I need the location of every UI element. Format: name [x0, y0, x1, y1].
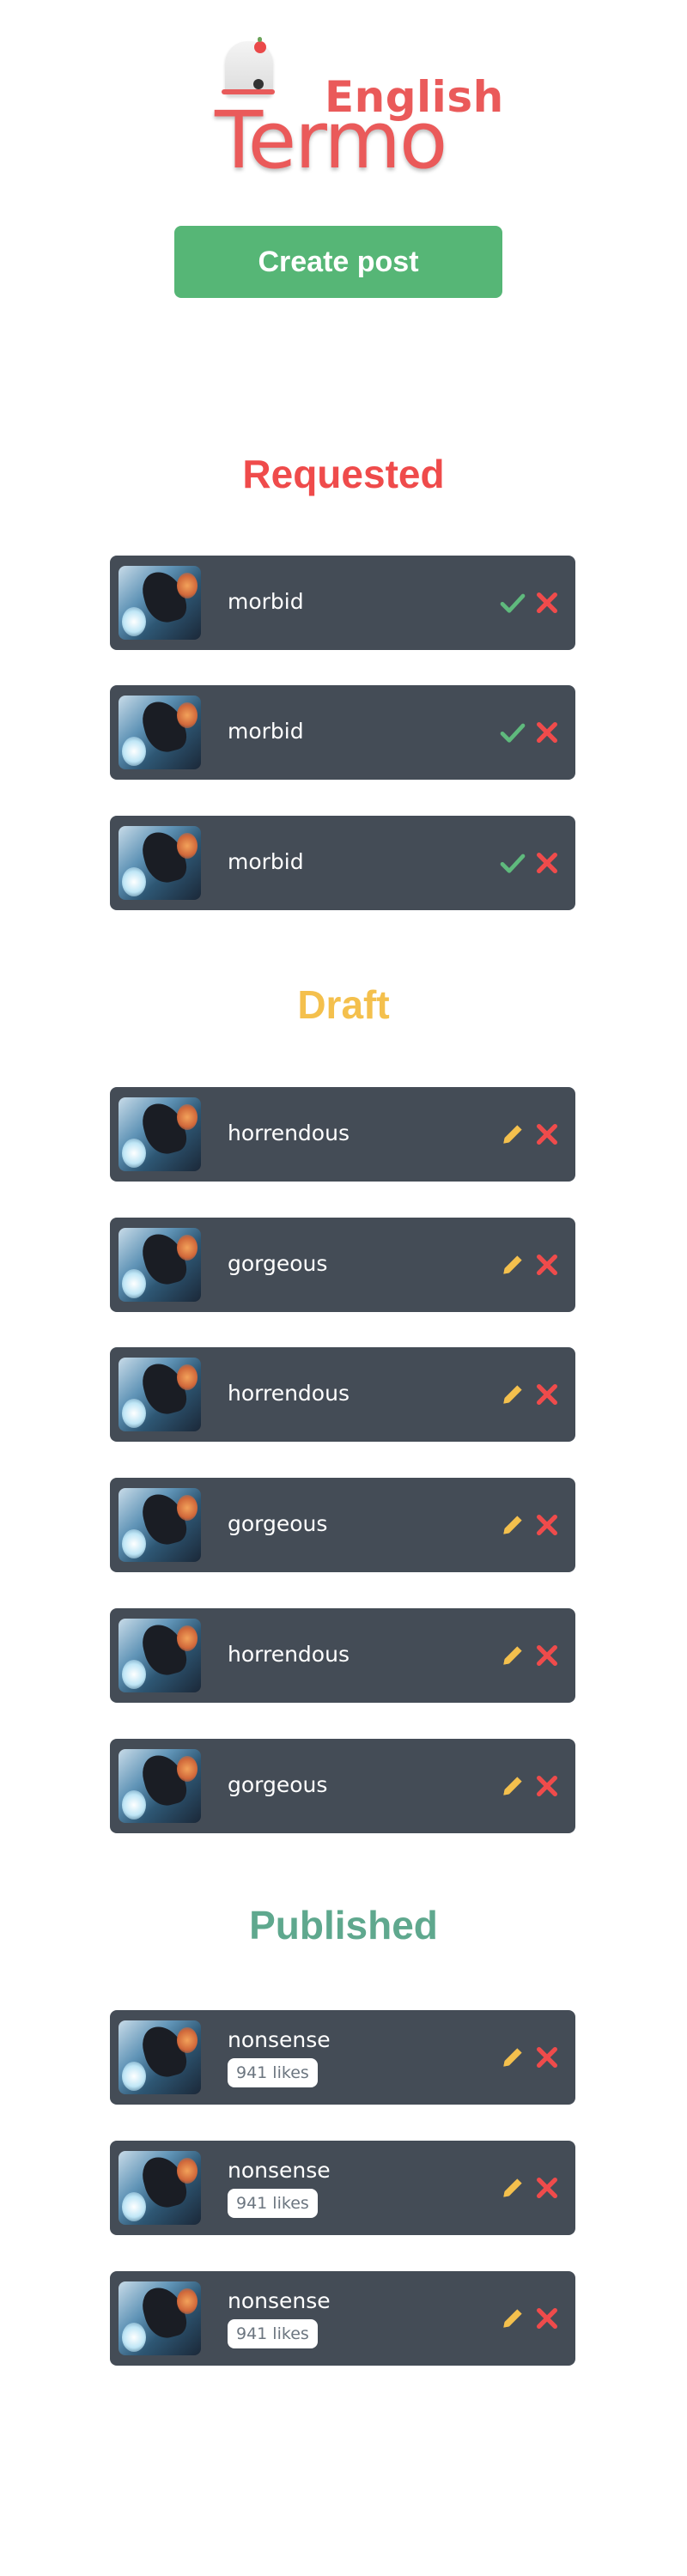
close-icon[interactable] [532, 2043, 562, 2072]
post-word: horrendous [228, 1642, 350, 1667]
close-icon[interactable] [532, 1380, 562, 1409]
check-icon[interactable] [498, 718, 527, 747]
post-word: nonsense [228, 2288, 331, 2313]
published-post-card[interactable]: nonsense 941 likes [110, 2141, 575, 2235]
likes-badge: 941 likes [228, 2319, 318, 2348]
close-icon[interactable] [532, 2304, 562, 2333]
dragon-thumbnail [119, 696, 201, 769]
pencil-icon[interactable] [498, 1641, 527, 1670]
draft-post-card[interactable]: horrendous [110, 1347, 575, 1442]
likes-badge: 941 likes [228, 2058, 318, 2087]
post-word: morbid [228, 719, 304, 744]
post-word: gorgeous [228, 1251, 328, 1276]
post-word: gorgeous [228, 1772, 328, 1797]
draft-post-card[interactable]: gorgeous [110, 1478, 575, 1572]
requested-post-card[interactable]: morbid [110, 685, 575, 780]
draft-post-card[interactable]: gorgeous [110, 1218, 575, 1312]
pencil-icon[interactable] [498, 1510, 527, 1540]
dragon-thumbnail [119, 826, 201, 900]
pencil-icon[interactable] [498, 2304, 527, 2333]
close-icon[interactable] [532, 718, 562, 747]
section-title-draft: Draft [297, 982, 390, 1027]
draft-post-card[interactable]: gorgeous [110, 1739, 575, 1833]
bulb-icon [225, 37, 273, 96]
dragon-thumbnail [119, 1749, 201, 1823]
post-word: nonsense [228, 2027, 331, 2052]
post-word: morbid [228, 849, 304, 874]
close-icon[interactable] [532, 1250, 562, 1279]
requested-post-card[interactable]: morbid [110, 556, 575, 650]
dragon-thumbnail [119, 1358, 201, 1431]
close-icon[interactable] [532, 1120, 562, 1149]
post-word: horrendous [228, 1381, 350, 1406]
post-word: morbid [228, 589, 304, 614]
dragon-thumbnail [119, 2151, 201, 2225]
close-icon[interactable] [532, 848, 562, 878]
dragon-thumbnail [119, 1228, 201, 1302]
pencil-icon[interactable] [498, 2043, 527, 2072]
post-word: horrendous [228, 1121, 350, 1145]
close-icon[interactable] [532, 2173, 562, 2202]
likes-badge: 941 likes [228, 2189, 318, 2218]
pencil-icon[interactable] [498, 1120, 527, 1149]
create-post-button[interactable]: Create post [174, 226, 502, 298]
section-title-published: Published [249, 1903, 438, 1947]
pencil-icon[interactable] [498, 1250, 527, 1279]
dragon-thumbnail [119, 566, 201, 640]
dragon-thumbnail [119, 2281, 201, 2355]
pencil-icon[interactable] [498, 1380, 527, 1409]
published-post-card[interactable]: nonsense 941 likes [110, 2010, 575, 2105]
pencil-icon[interactable] [498, 1771, 527, 1801]
requested-post-card[interactable]: morbid [110, 816, 575, 910]
dragon-thumbnail [119, 2020, 201, 2094]
close-icon[interactable] [532, 1771, 562, 1801]
close-icon[interactable] [532, 1510, 562, 1540]
pencil-icon[interactable] [498, 2173, 527, 2202]
published-post-card[interactable]: nonsense 941 likes [110, 2271, 575, 2366]
dragon-thumbnail [119, 1488, 201, 1562]
termo-logo: English Termo [215, 31, 503, 194]
post-word: nonsense [228, 2158, 331, 2183]
section-title-requested: Requested [242, 452, 445, 496]
draft-post-card[interactable]: horrendous [110, 1608, 575, 1703]
close-icon[interactable] [532, 1641, 562, 1670]
dragon-thumbnail [119, 1097, 201, 1171]
check-icon[interactable] [498, 588, 527, 617]
draft-post-card[interactable]: horrendous [110, 1087, 575, 1182]
post-word: gorgeous [228, 1511, 328, 1536]
check-icon[interactable] [498, 848, 527, 878]
dragon-thumbnail [119, 1619, 201, 1692]
logo-title: Termo [215, 94, 447, 186]
close-icon[interactable] [532, 588, 562, 617]
